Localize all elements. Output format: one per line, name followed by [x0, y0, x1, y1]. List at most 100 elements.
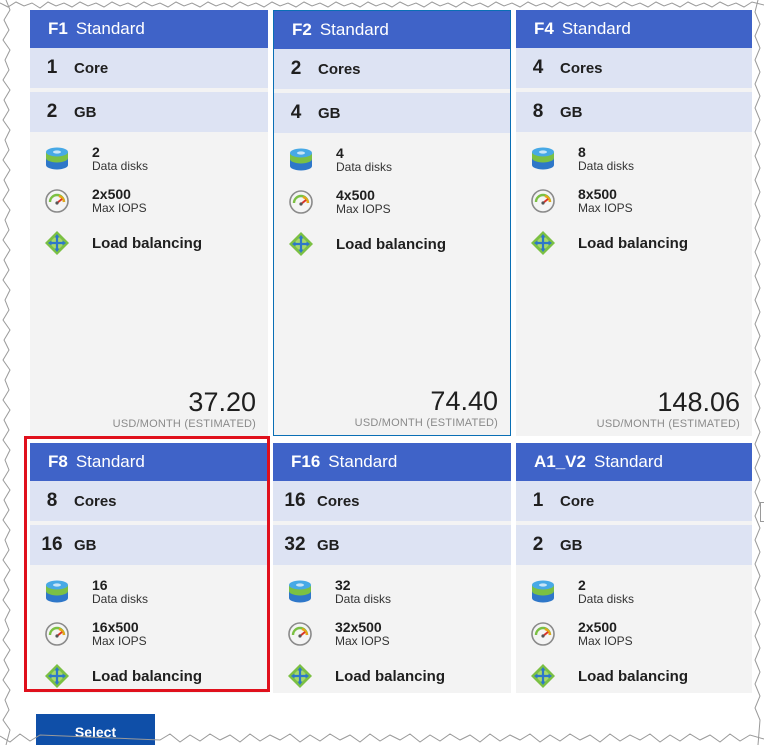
price-unit: USD/MONTH (ESTIMATED) [354, 417, 498, 429]
iops-gauge-icon [45, 622, 69, 646]
max-iops-label: Max IOPS [335, 634, 390, 648]
ram-label: GB [74, 103, 97, 121]
ram-row: 32 GB [273, 525, 511, 569]
load-balancing-icon [45, 231, 69, 255]
load-balancing-row: Load balancing [30, 655, 268, 697]
price-value: 37.20 [188, 387, 256, 417]
ram-value: 16 [41, 534, 63, 555]
ram-row: 2 GB [516, 525, 752, 569]
load-balancing-label: Load balancing [92, 234, 203, 252]
card-header: F2 Standard [274, 11, 510, 49]
data-disks-icon [46, 147, 68, 170]
torn-edge-left [2, 0, 11, 745]
vm-size-card-f16[interactable]: F16 Standard 16 Cores 32 GB 32 Data disk… [273, 443, 511, 693]
card-header: F4 Standard [516, 10, 752, 48]
scroll-stub [760, 502, 764, 522]
card-plan: Standard [561, 19, 631, 38]
load-balancing-icon [45, 664, 69, 688]
select-button[interactable]: Select [36, 714, 155, 745]
card-plan: Standard [593, 452, 663, 471]
card-tier: F1 [48, 19, 68, 38]
data-disks-label: Data disks [578, 592, 635, 606]
max-iops-value: 4x500 [336, 187, 375, 203]
data-disks-row: 2 Data disks [30, 138, 268, 180]
ram-label: GB [560, 103, 583, 121]
iops-gauge-icon [531, 622, 555, 646]
load-balancing-icon [288, 664, 312, 688]
vm-size-card-f8[interactable]: F8 Standard 8 Cores 16 GB 16 Data disks [30, 443, 268, 693]
data-disks-icon [290, 148, 312, 171]
card-plan: Standard [328, 452, 398, 471]
data-disks-count: 32 [335, 577, 351, 593]
vm-size-card-f1[interactable]: F1 Standard 1 Core 2 GB 2 Data disks 2x5… [30, 10, 268, 436]
data-disks-icon [46, 580, 68, 603]
card-header: F1 Standard [30, 10, 268, 48]
max-iops-label: Max IOPS [336, 202, 391, 216]
data-disks-count: 4 [336, 145, 344, 161]
load-balancing-icon [531, 231, 555, 255]
data-disks-icon [532, 147, 554, 170]
load-balancing-row: Load balancing [30, 222, 268, 264]
ram-value: 32 [284, 534, 306, 555]
card-tier: F16 [291, 452, 321, 471]
load-balancing-row: Load balancing [274, 223, 510, 265]
cores-label: Cores [318, 60, 361, 78]
cores-value: 16 [284, 490, 306, 511]
max-iops-label: Max IOPS [578, 634, 633, 648]
load-balancing-row: Load balancing [516, 222, 752, 264]
cores-value: 1 [532, 490, 544, 511]
data-disks-row: 8 Data disks [516, 138, 752, 180]
load-balancing-row: Load balancing [273, 655, 511, 697]
card-tier: A1_V2 [534, 452, 586, 471]
data-disks-row: 16 Data disks [30, 571, 268, 613]
cores-label: Cores [74, 492, 117, 510]
ram-value: 2 [46, 101, 58, 122]
price-block: 74.40 USD/MONTH (ESTIMATED) [355, 387, 498, 429]
data-disks-row: 32 Data disks [273, 571, 511, 613]
ram-row: 2 GB [30, 92, 268, 136]
cores-value: 4 [532, 57, 544, 78]
ram-row: 8 GB [516, 92, 752, 136]
max-iops-row: 16x500 Max IOPS [30, 613, 268, 655]
cores-row: 8 Cores [30, 481, 268, 525]
max-iops-row: 32x500 Max IOPS [273, 613, 511, 655]
max-iops-value: 8x500 [578, 186, 617, 202]
price-unit: USD/MONTH (ESTIMATED) [596, 418, 740, 430]
price-value: 74.40 [430, 386, 498, 416]
data-disks-count: 2 [92, 144, 100, 160]
cores-value: 2 [290, 58, 302, 79]
max-iops-row: 8x500 Max IOPS [516, 180, 752, 222]
card-header: F8 Standard [30, 443, 268, 481]
data-disks-label: Data disks [92, 159, 149, 173]
max-iops-value: 32x500 [335, 619, 382, 635]
card-tier: F8 [48, 452, 68, 471]
max-iops-row: 2x500 Max IOPS [516, 613, 752, 655]
card-plan: Standard [319, 20, 389, 39]
ram-label: GB [318, 104, 341, 122]
ram-value: 4 [290, 102, 302, 123]
torn-edge-right [754, 0, 761, 745]
iops-gauge-icon [288, 622, 312, 646]
cores-row: 2 Cores [274, 49, 510, 93]
cores-value: 8 [46, 490, 58, 511]
vm-size-card-a1-v2[interactable]: A1_V2 Standard 1 Core 2 GB 2 Data disks [516, 443, 752, 693]
price-block: 37.20 USD/MONTH (ESTIMATED) [113, 388, 256, 430]
cores-label: Core [560, 492, 595, 510]
load-balancing-row: Load balancing [516, 655, 752, 697]
data-disks-label: Data disks [335, 592, 392, 606]
ram-label: GB [317, 536, 340, 554]
data-disks-count: 8 [578, 144, 586, 160]
load-balancing-icon [289, 232, 313, 256]
max-iops-row: 2x500 Max IOPS [30, 180, 268, 222]
ram-row: 4 GB [274, 93, 510, 137]
vm-size-card-f4[interactable]: F4 Standard 4 Cores 8 GB 8 Data disks 8x… [516, 10, 752, 436]
card-tier: F2 [292, 20, 312, 39]
load-balancing-label: Load balancing [578, 667, 689, 685]
data-disks-row: 2 Data disks [516, 571, 752, 613]
vm-size-card-f2[interactable]: F2 Standard 2 Cores 4 GB 4 Data disks 4x… [273, 10, 511, 436]
load-balancing-label: Load balancing [335, 667, 446, 685]
cores-row: 1 Core [30, 48, 268, 92]
ram-label: GB [74, 536, 97, 554]
card-header: F16 Standard [273, 443, 511, 481]
torn-edge-top [0, 1, 764, 9]
